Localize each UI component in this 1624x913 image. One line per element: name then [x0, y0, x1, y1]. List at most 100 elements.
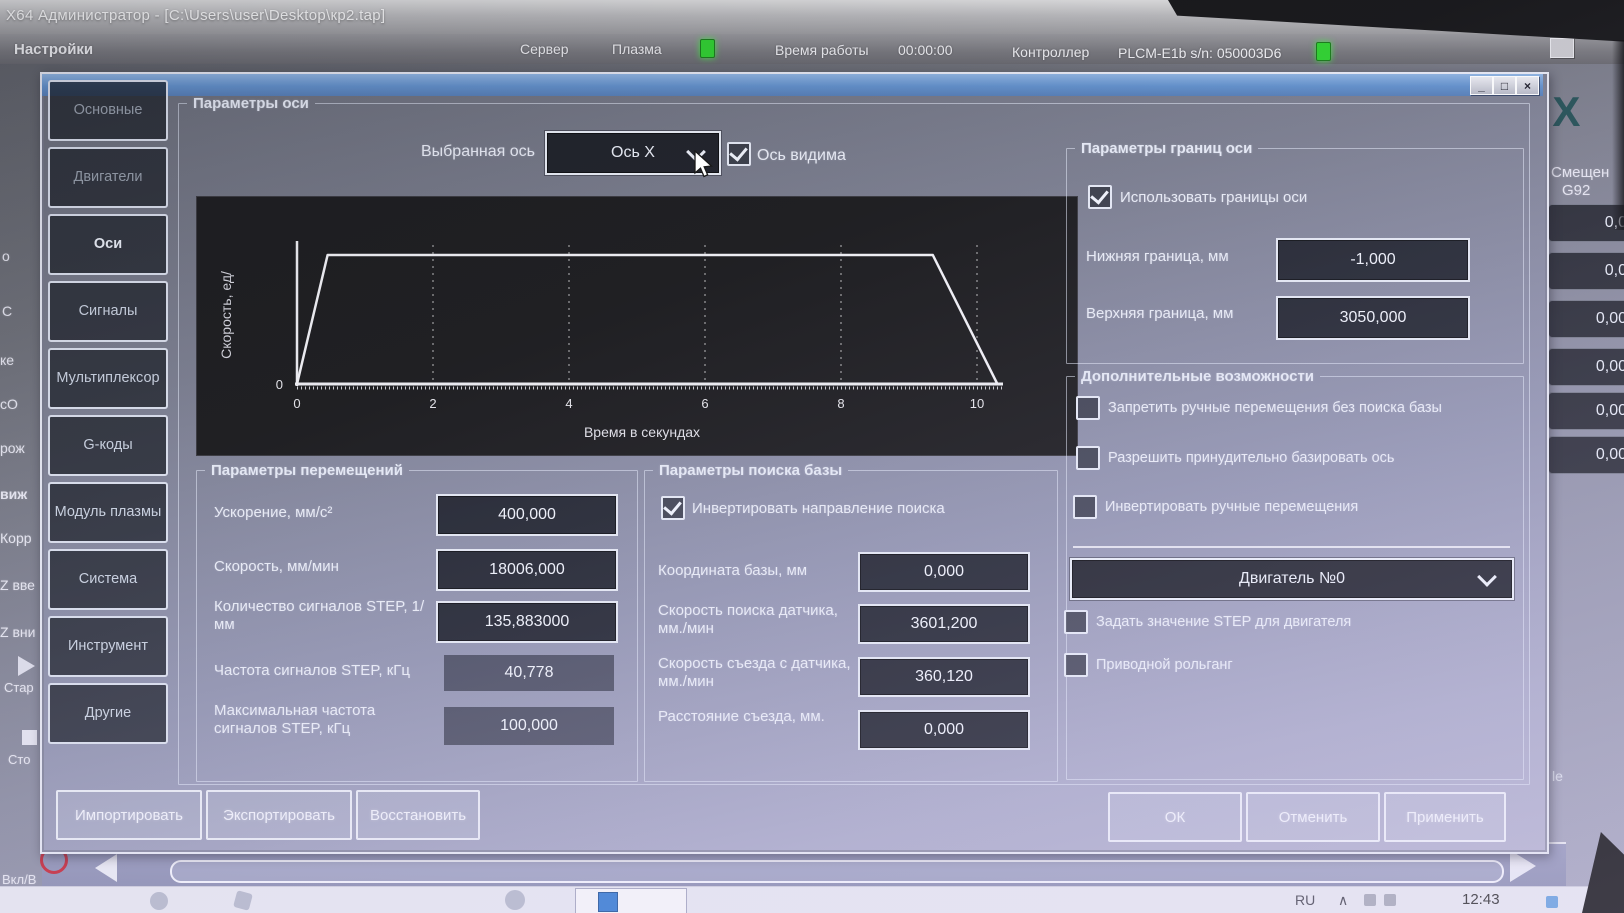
- invert-manual-checkbox[interactable]: [1073, 495, 1097, 519]
- roller-checkbox[interactable]: [1064, 653, 1088, 677]
- motor-select-value: Двигатель №0: [1239, 570, 1345, 587]
- step-frequency-label: Частота сигналов STEP, кГц: [214, 662, 410, 679]
- sidebar-item-main[interactable]: Основные: [48, 80, 168, 141]
- g92-value-cell: 0,00: [1548, 348, 1624, 386]
- svg-text:2: 2: [429, 396, 436, 411]
- controller-label: Контроллер: [1012, 44, 1090, 60]
- stop-icon[interactable]: [22, 730, 37, 745]
- taskbar-active-app[interactable]: [575, 888, 687, 913]
- step-override-label: Задать значение STEP для двигателя: [1096, 614, 1352, 630]
- restore-button[interactable]: Восстановить: [356, 790, 480, 840]
- sidebar-item-motors[interactable]: Двигатели: [48, 147, 168, 208]
- apply-button[interactable]: Применить: [1384, 792, 1506, 842]
- bg-text-fragment: le: [1552, 768, 1563, 784]
- close-button[interactable]: ×: [1516, 76, 1539, 95]
- app-icon: [598, 891, 618, 912]
- acceleration-input[interactable]: 400,000: [436, 494, 618, 536]
- g92-value-cell: 0,0: [1548, 252, 1624, 290]
- retract-distance-label: Расстояние съезда, мм.: [658, 708, 825, 725]
- window-title: Х64 Администратор - [C:\Users\user\Deskt…: [6, 7, 386, 24]
- step-override-checkbox[interactable]: [1064, 610, 1088, 634]
- sidebar-item-gcodes[interactable]: G-коды: [48, 415, 168, 476]
- invert-search-label: Инвертировать направление поиска: [692, 500, 945, 517]
- speed-input[interactable]: 18006,000: [436, 549, 618, 591]
- photo-bezel-corner: [1582, 832, 1624, 913]
- minimize-button[interactable]: _: [1470, 76, 1493, 95]
- import-button[interactable]: Импортировать: [56, 790, 202, 840]
- svg-text:8: 8: [837, 396, 844, 411]
- bg-text-fragment: Z вни: [0, 624, 36, 640]
- force-home-label: Разрешить принудительно базировать ось: [1108, 450, 1395, 466]
- force-home-checkbox[interactable]: [1076, 446, 1100, 470]
- axis-visible-label: Ось видима: [757, 147, 846, 164]
- g92-column-header-line2: G92: [1562, 182, 1591, 199]
- tray-icon[interactable]: [1546, 896, 1558, 908]
- roller-label: Приводной рольганг: [1096, 657, 1233, 673]
- upper-limit-input[interactable]: 3050,000: [1276, 296, 1470, 340]
- sidebar-item-system[interactable]: Система: [48, 549, 168, 610]
- scroll-right-arrow-icon[interactable]: [1510, 850, 1536, 882]
- chevron-down-icon: [1477, 567, 1497, 587]
- ok-button[interactable]: ОК: [1108, 792, 1242, 842]
- taskbar-icon[interactable]: [505, 890, 525, 910]
- taskbar-icon[interactable]: [150, 892, 168, 910]
- sidebar-item-multiplexer[interactable]: Мультиплексор: [48, 348, 168, 409]
- probe-retract-speed-input[interactable]: 360,120: [858, 657, 1030, 697]
- step-count-label: Количество сигналов STEP, 1/мм: [214, 598, 425, 633]
- axis-parameters-group-title: Параметры оси: [193, 95, 309, 112]
- home-position-input[interactable]: 0,000: [858, 552, 1030, 592]
- mouse-cursor: [694, 150, 714, 178]
- stop-button-label: Сто: [8, 752, 31, 767]
- axis-visible-checkbox[interactable]: [727, 142, 751, 166]
- step-count-input[interactable]: 135,883000: [436, 601, 618, 643]
- max-step-frequency-value: 100,000: [444, 707, 614, 745]
- taskbar: RU ∧ 12:43: [0, 886, 1624, 913]
- invert-manual-label: Инвертировать ручные перемещения: [1105, 499, 1359, 515]
- clock[interactable]: 12:43: [1462, 891, 1500, 908]
- cancel-button[interactable]: Отменить: [1246, 792, 1380, 842]
- tray-icon[interactable]: [1384, 894, 1396, 906]
- sidebar-item-signals[interactable]: Сигналы: [48, 281, 168, 342]
- bg-text-fragment: o: [2, 248, 10, 264]
- sidebar-item-axes[interactable]: Оси: [48, 214, 168, 275]
- scroll-left-arrow-icon[interactable]: [95, 854, 117, 882]
- scrollbar-thumb[interactable]: [170, 860, 1504, 883]
- g92-value-cell: 0,00: [1548, 392, 1624, 430]
- header-window-button[interactable]: [1550, 38, 1574, 58]
- controller-value: PLCM-E1b s/n: 050003D6: [1118, 45, 1282, 61]
- language-indicator[interactable]: RU: [1295, 892, 1315, 908]
- sidebar-item-plasma-module[interactable]: Модуль плазмы: [48, 482, 168, 543]
- g92-column-header: Смещен: [1551, 164, 1610, 181]
- sidebar-item-tool[interactable]: Инструмент: [48, 616, 168, 677]
- start-button-label: Стар: [4, 680, 34, 695]
- plasma-status-label: Плазма: [612, 41, 662, 57]
- selected-axis-label: Выбранная ось: [420, 143, 535, 160]
- acceleration-label: Ускорение, мм/с²: [214, 504, 333, 521]
- max-step-frequency-label: Максимальная частота сигналов STEP, кГц: [214, 702, 376, 737]
- maximize-button[interactable]: □: [1493, 76, 1516, 95]
- taskbar-icon[interactable]: [233, 890, 253, 911]
- extra-options-group-title: Дополнительные возможности: [1081, 368, 1315, 385]
- dialog-titlebar[interactable]: _ □ ×: [42, 74, 1543, 96]
- start-icon[interactable]: [18, 656, 35, 676]
- retract-distance-input[interactable]: 0,000: [858, 710, 1030, 750]
- motor-select[interactable]: Двигатель №0: [1070, 558, 1514, 600]
- probe-speed-input[interactable]: 3601,200: [858, 604, 1030, 644]
- probe-speed-label: Скорость поиска датчика, мм./мин: [658, 602, 838, 637]
- axis-select-value: Ось X: [611, 144, 655, 161]
- tray-expand-icon[interactable]: ∧: [1338, 892, 1348, 909]
- use-limits-checkbox[interactable]: [1088, 185, 1112, 209]
- invert-search-checkbox[interactable]: [661, 496, 685, 520]
- uptime-label: Время работы: [775, 42, 869, 58]
- divider: [1073, 546, 1510, 548]
- tray-icon[interactable]: [1364, 894, 1376, 906]
- bg-text-fragment: Z вве: [0, 577, 35, 593]
- forbid-manual-checkbox[interactable]: [1076, 396, 1100, 420]
- step-frequency-value: 40,778: [444, 655, 614, 691]
- forbid-manual-label: Запретить ручные перемещения без поиска …: [1108, 400, 1442, 416]
- sidebar-item-other[interactable]: Другие: [48, 683, 168, 744]
- lower-limit-input[interactable]: -1,000: [1276, 238, 1470, 282]
- home-position-label: Координата базы, мм: [658, 562, 808, 579]
- export-button[interactable]: Экспортировать: [206, 790, 352, 840]
- upper-limit-label: Верхняя граница, мм: [1086, 305, 1234, 322]
